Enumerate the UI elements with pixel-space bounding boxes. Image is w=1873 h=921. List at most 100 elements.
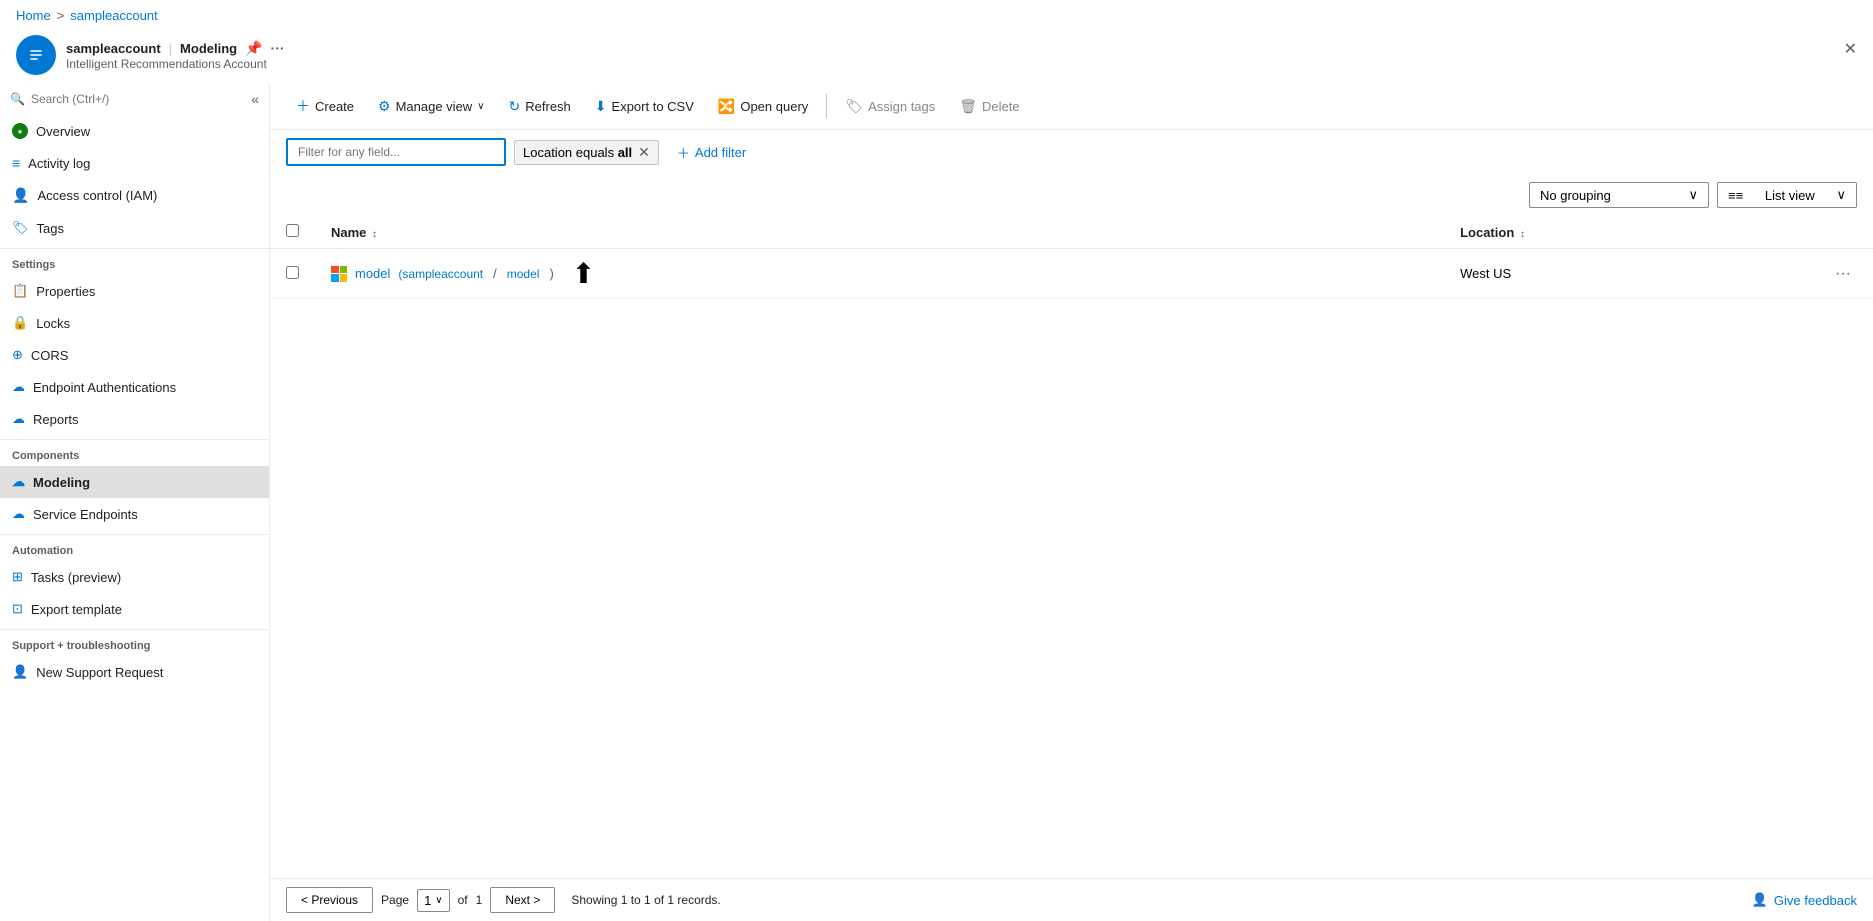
filter-tag-text: Location equals all — [523, 145, 632, 160]
row-checkbox-cell — [270, 249, 315, 299]
view-dropdown[interactable]: ≡≡ List view ∨ — [1717, 182, 1857, 208]
view-icon: ≡≡ — [1728, 188, 1743, 203]
sidebar-item-cors[interactable]: ⊕ CORS — [0, 339, 269, 371]
breadcrumb: Home > sampleaccount — [0, 0, 1873, 31]
next-button[interactable]: Next > — [490, 887, 555, 913]
filter-input[interactable] — [286, 138, 506, 166]
section-settings: Settings — [0, 248, 269, 275]
search-icon: 🔍 — [10, 92, 25, 106]
delete-icon: 🗑 — [959, 98, 977, 115]
create-icon: ＋ — [296, 96, 310, 116]
select-all-header — [270, 216, 315, 249]
breadcrumb-sep: > — [57, 8, 65, 23]
endpoint-auth-icon: ☁ — [12, 379, 25, 395]
resource-path-account[interactable]: (sampleaccount — [398, 267, 483, 281]
sidebar-item-modeling[interactable]: ☁ Modeling — [0, 466, 269, 498]
filter-bar: Location equals all ✕ ＋ Add filter — [270, 130, 1873, 174]
sidebar-item-tasks[interactable]: ⊞ Tasks (preview) — [0, 561, 269, 593]
tags-icon: 🏷 — [12, 220, 29, 236]
pagination: < Previous Page 1 ∨ of 1 Next > Showing … — [270, 878, 1873, 921]
row-more-cell: ··· — [1813, 249, 1873, 299]
sidebar-item-new-support[interactable]: 👤 New Support Request — [0, 656, 269, 688]
row-name-cell: model (sampleaccount / model ) ⬆ — [315, 249, 1444, 299]
delete-button[interactable]: 🗑 Delete — [949, 93, 1029, 120]
close-button[interactable]: ✕ — [1844, 39, 1857, 59]
row-more-button[interactable]: ··· — [1829, 263, 1857, 285]
sidebar-item-label: Properties — [36, 284, 95, 299]
sidebar-item-access-control[interactable]: 👤 Access control (IAM) — [0, 179, 269, 212]
sidebar-item-label: Modeling — [33, 475, 90, 490]
select-all-checkbox[interactable] — [286, 224, 299, 237]
collapse-icon[interactable]: « — [251, 91, 259, 107]
arrow-up-cursor: ⬆ — [572, 257, 595, 290]
total-pages: 1 — [476, 893, 483, 907]
service-endpoints-icon: ☁ — [12, 506, 25, 522]
section-automation: Automation — [0, 534, 269, 561]
filter-tag-remove[interactable]: ✕ — [638, 144, 650, 161]
filter-tag: Location equals all ✕ — [514, 140, 659, 165]
breadcrumb-account[interactable]: sampleaccount — [70, 8, 157, 23]
sidebar-item-activity-log[interactable]: ≡ Activity log — [0, 147, 269, 179]
ms-icon — [331, 266, 347, 282]
sidebar-item-label: New Support Request — [36, 665, 163, 680]
sidebar: 🔍 « ● Overview ≡ Activity log 👤 Access c… — [0, 83, 270, 921]
of-label: of — [458, 893, 468, 907]
header-subtitle: Intelligent Recommendations Account — [66, 57, 285, 71]
feedback-label: Give feedback — [1774, 893, 1857, 908]
page-value: 1 — [424, 893, 431, 908]
section-components: Components — [0, 439, 269, 466]
showing-text: Showing 1 to 1 of 1 records. — [571, 893, 720, 907]
resource-path-sep: / — [493, 266, 497, 281]
search-input[interactable] — [31, 92, 245, 106]
row-checkbox[interactable] — [286, 266, 299, 279]
breadcrumb-home[interactable]: Home — [16, 8, 51, 23]
resource-path-close: ) — [549, 266, 553, 281]
create-button[interactable]: ＋ Create — [286, 91, 364, 121]
assign-tags-button[interactable]: 🏷 Assign tags — [835, 93, 945, 120]
export-csv-button[interactable]: ⬇ Export to CSV — [585, 93, 704, 120]
previous-button[interactable]: < Previous — [286, 887, 373, 913]
open-query-icon: 🔀 — [718, 98, 735, 115]
access-control-icon: 👤 — [12, 187, 29, 204]
sidebar-item-reports[interactable]: ☁ Reports — [0, 403, 269, 435]
manage-view-icon: ⚙ — [378, 98, 391, 115]
page-title: Modeling — [180, 41, 237, 56]
assign-tags-icon: 🏷 — [845, 98, 863, 115]
resource-name-link[interactable]: model — [355, 266, 390, 281]
section-support: Support + troubleshooting — [0, 629, 269, 656]
location-column-header[interactable]: Location ↕ — [1444, 216, 1813, 249]
view-label: List view — [1765, 188, 1815, 203]
grouping-dropdown[interactable]: No grouping ∨ — [1529, 182, 1709, 208]
resource-path-resource[interactable]: model — [507, 267, 540, 281]
sidebar-item-locks[interactable]: 🔒 Locks — [0, 307, 269, 339]
sidebar-item-endpoint-auth[interactable]: ☁ Endpoint Authentications — [0, 371, 269, 403]
page-label: Page — [381, 893, 409, 907]
page-select[interactable]: 1 ∨ — [417, 889, 450, 912]
pin-icon[interactable]: 📌 — [245, 40, 262, 57]
refresh-button[interactable]: ↻ Refresh — [499, 93, 581, 120]
row-location-cell: West US — [1444, 249, 1813, 299]
more-column-header — [1813, 216, 1873, 249]
toolbar-separator — [826, 94, 827, 118]
header-icon — [16, 35, 56, 75]
modeling-icon: ☁ — [12, 474, 25, 490]
add-filter-button[interactable]: ＋ Add filter — [667, 139, 756, 166]
give-feedback-button[interactable]: 👤 Give feedback — [1752, 892, 1857, 908]
locks-icon: 🔒 — [12, 315, 28, 331]
export-template-icon: ⊡ — [12, 601, 23, 617]
overview-icon: ● — [12, 123, 28, 139]
sidebar-item-properties[interactable]: 📋 Properties — [0, 275, 269, 307]
sidebar-item-export-template[interactable]: ⊡ Export template — [0, 593, 269, 625]
header-divider: | — [169, 41, 172, 56]
sidebar-item-tags[interactable]: 🏷 Tags — [0, 212, 269, 244]
toolbar: ＋ Create ⚙ Manage view ∨ ↻ Refresh ⬇ Exp… — [270, 83, 1873, 130]
table-toolbar-controls: No grouping ∨ ≡≡ List view ∨ — [270, 174, 1873, 216]
manage-view-button[interactable]: ⚙ Manage view ∨ — [368, 93, 495, 120]
open-query-button[interactable]: 🔀 Open query — [708, 93, 818, 120]
sidebar-item-overview[interactable]: ● Overview — [0, 115, 269, 147]
sidebar-item-service-endpoints[interactable]: ☁ Service Endpoints — [0, 498, 269, 530]
name-column-header[interactable]: Name ↕ — [315, 216, 1444, 249]
reports-icon: ☁ — [12, 411, 25, 427]
add-filter-icon: ＋ — [677, 143, 690, 162]
more-icon[interactable]: ··· — [271, 40, 285, 56]
